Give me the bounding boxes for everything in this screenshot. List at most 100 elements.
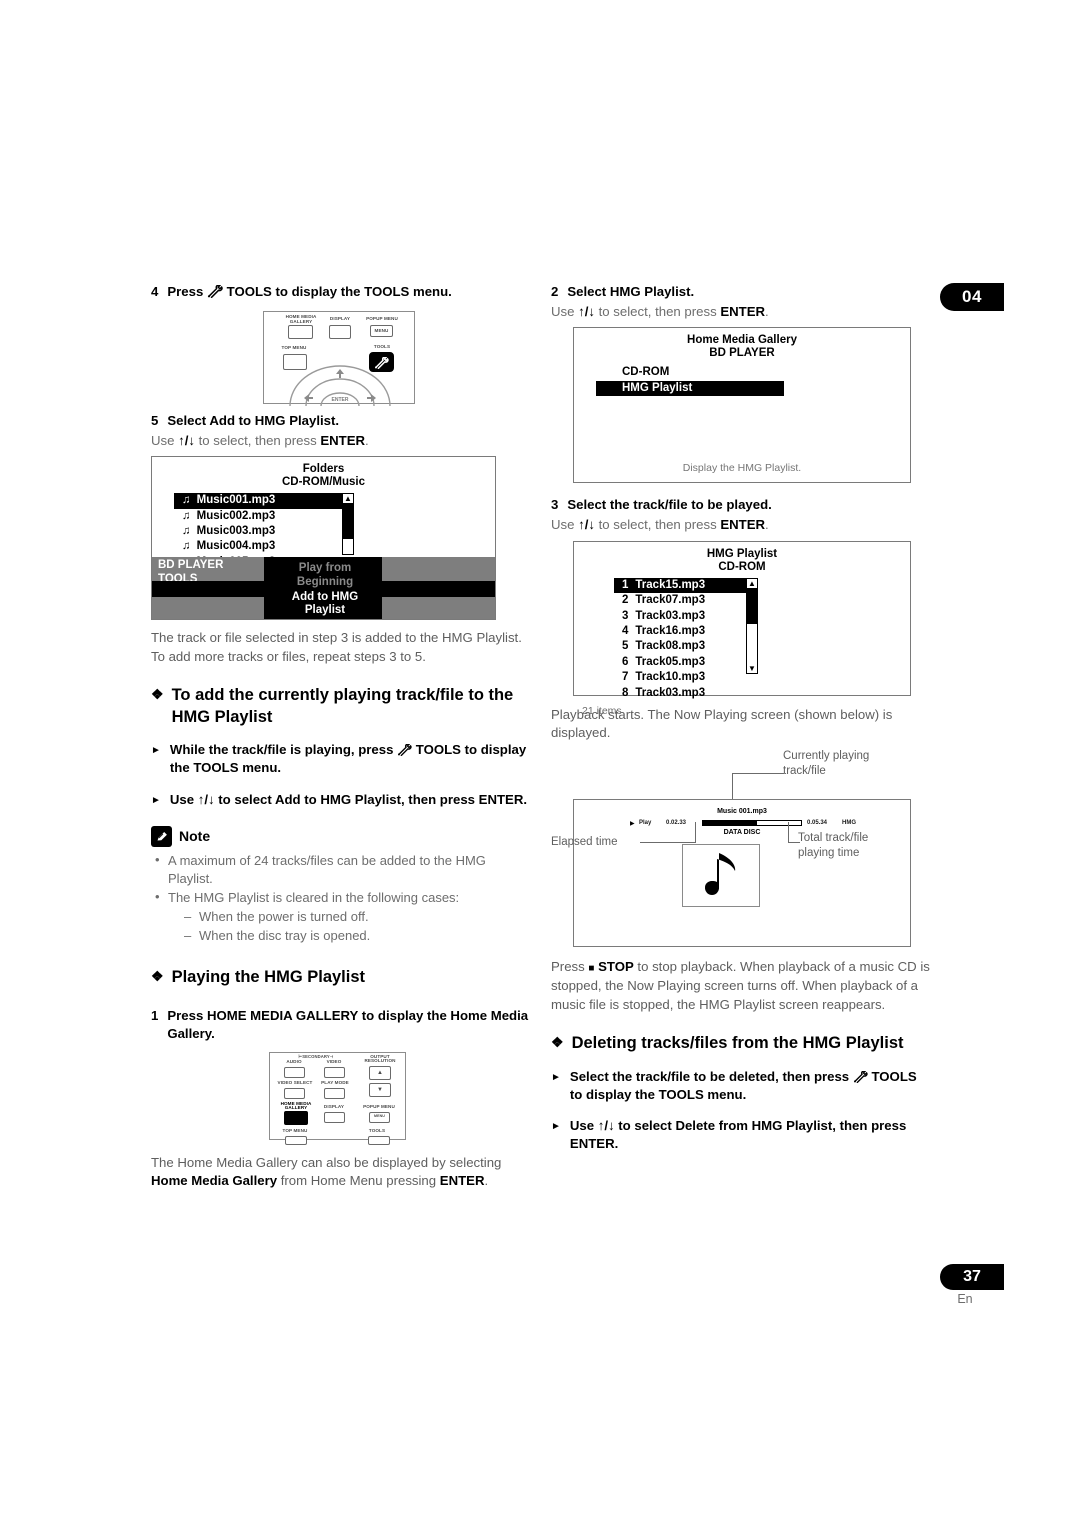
section-deleting-tracks: ❖ Deleting tracks/files from the HMG Pla… bbox=[551, 1032, 931, 1054]
list-item[interactable]: ♫ Music002.mp3 bbox=[174, 509, 342, 524]
scroll-down-icon[interactable]: ▼ bbox=[748, 664, 756, 673]
note-title: Note bbox=[179, 828, 211, 845]
list-item[interactable]: ♫ Music004.mp3 bbox=[174, 539, 342, 554]
button-top-menu[interactable] bbox=[285, 1135, 307, 1145]
note-subitem: When the power is turned off. bbox=[182, 908, 531, 927]
hmg-osd-list: CD-ROM HMG Playlist bbox=[574, 365, 910, 397]
track-index: 3 bbox=[622, 609, 629, 622]
remote-tools-diagram: HOME MEDIA GALLERY DISPLAY POPUP MENU ME… bbox=[263, 310, 415, 406]
arrow-up-down-icon: ↑/↓ bbox=[178, 432, 195, 448]
pencil-icon bbox=[151, 825, 172, 847]
table-row[interactable]: 1 Track15.mp3 bbox=[614, 577, 754, 594]
bullet-add-1-pre: While the track/file is playing, press bbox=[169, 742, 394, 758]
button-play-mode[interactable] bbox=[324, 1087, 345, 1099]
table-row[interactable]: 4 Track16.mp3 bbox=[614, 624, 754, 639]
track-label: Track03.mp3 bbox=[635, 686, 706, 699]
play-icon: ▶ bbox=[630, 821, 635, 828]
diamond-icon: ❖ bbox=[151, 967, 164, 984]
scrollbar-track[interactable] bbox=[343, 539, 353, 555]
list-item-hmg-playlist[interactable]: HMG Playlist bbox=[596, 380, 784, 397]
after-step-1-d: ENTER bbox=[439, 1173, 485, 1189]
arrow-up-down-icon: ↑/↓ bbox=[578, 303, 595, 319]
step-2-instr-pre: Use bbox=[551, 303, 579, 319]
label-popup-menu-inner: MENU bbox=[374, 327, 389, 333]
step-3: 3 Select the track/file to be played. bbox=[551, 496, 931, 514]
button-display[interactable] bbox=[329, 324, 351, 339]
list-item[interactable]: ♫ Music001.mp3 bbox=[174, 493, 342, 509]
progress-bar[interactable] bbox=[702, 820, 802, 827]
button-video-select[interactable] bbox=[284, 1087, 305, 1099]
label-display: DISPLAY bbox=[323, 1103, 345, 1109]
scrollbar-track[interactable] bbox=[747, 623, 757, 664]
step-5-title: Select Add to HMG Playlist. bbox=[167, 412, 340, 428]
menu-item-now-playing[interactable]: Now Playing bbox=[264, 619, 382, 620]
step-5-number: 5 bbox=[151, 412, 159, 428]
button-audio[interactable] bbox=[284, 1066, 305, 1078]
table-row[interactable]: 6 Track05.mp3 bbox=[614, 655, 754, 670]
track-index: 1 bbox=[622, 578, 629, 591]
section-playing-hmg-playlist: ❖ Playing the HMG Playlist bbox=[151, 966, 531, 988]
tools-overlay: BD PLAYER TOOLS Play from Beginning Add … bbox=[152, 557, 495, 620]
scroll-up-icon[interactable]: ▲ bbox=[344, 494, 352, 503]
callout-line-left-h bbox=[640, 842, 696, 844]
button-video[interactable] bbox=[324, 1066, 345, 1078]
now-playing-diagram: Currently playing track/file Music 001.m… bbox=[551, 749, 931, 949]
label-top-menu: TOP MENU bbox=[282, 1127, 308, 1133]
hmg-playlist-osd: HMG Playlist CD-ROM 1 Track15.mp3 2 Trac… bbox=[573, 540, 911, 717]
step-3-instr-pre: Use bbox=[551, 517, 579, 533]
label-display: DISPLAY bbox=[329, 315, 351, 321]
button-display[interactable] bbox=[324, 1111, 345, 1123]
left-column: 4 Press TOOLS to display the TOOLS menu.… bbox=[151, 283, 531, 1191]
scrollbar-thumb[interactable] bbox=[343, 503, 353, 540]
table-row[interactable]: 5 Track08.mp3 bbox=[614, 639, 754, 654]
label-play-mode: PLAY MODE bbox=[321, 1079, 349, 1085]
bullet-delete-2-text: Use ↑/↓ to select Delete from HMG Playli… bbox=[569, 1117, 907, 1152]
elapsed-time-value: 0.02.33 bbox=[666, 820, 687, 827]
list-item-cd-rom[interactable]: CD-ROM bbox=[614, 365, 784, 380]
scrollbar[interactable]: ▲ bbox=[342, 493, 354, 556]
table-row[interactable]: 8 Track03.mp3 bbox=[614, 686, 754, 701]
bullet-add-2-text: Use ↑/↓ to select Add to HMG Playlist, t… bbox=[169, 791, 528, 807]
label-video-select: VIDEO SELECT bbox=[277, 1079, 313, 1085]
bullet-delete-1-pre: Select the track/file to be deleted, the… bbox=[569, 1068, 850, 1084]
callout-line-right-v bbox=[788, 822, 790, 844]
table-row[interactable]: 7 Track10.mp3 bbox=[614, 670, 754, 685]
callout-currently-playing: Currently playing track/file bbox=[783, 750, 870, 777]
triangle-bullet-icon: ► bbox=[151, 745, 161, 757]
button-tools[interactable] bbox=[368, 1135, 390, 1145]
step-4: 4 Press TOOLS to display the TOOLS menu. bbox=[151, 283, 531, 301]
folders-osd-subtitle: CD-ROM/Music bbox=[281, 476, 366, 489]
track-label: Track16.mp3 bbox=[635, 624, 706, 637]
list-item[interactable]: ♫ Music003.mp3 bbox=[174, 524, 342, 539]
note-item-text: The HMG Playlist is cleared in the follo… bbox=[168, 890, 460, 906]
track-label: Track07.mp3 bbox=[635, 594, 706, 607]
button-home-media-gallery[interactable] bbox=[288, 324, 313, 339]
callout-line-top-h bbox=[732, 773, 784, 775]
button-home-media-gallery[interactable] bbox=[284, 1110, 308, 1125]
cursor-wheel[interactable]: ENTER bbox=[288, 358, 392, 406]
section-playing-hmg-playlist-title: Playing the HMG Playlist bbox=[171, 967, 366, 986]
now-playing-track-name: Music 001.mp3 bbox=[717, 808, 767, 816]
music-note-icon: ♫ bbox=[182, 540, 191, 553]
triangle-bullet-icon: ► bbox=[151, 794, 161, 806]
menu-item-add-to-hmg-playlist[interactable]: Add to HMG Playlist bbox=[264, 590, 382, 619]
scroll-up-icon[interactable]: ▲ bbox=[748, 579, 756, 588]
bullet-add-2: ► Use ↑/↓ to select Add to HMG Playlist,… bbox=[151, 791, 531, 810]
menu-item-play-from-beginning[interactable]: Play from Beginning bbox=[264, 557, 382, 590]
stop-text-pre: Press bbox=[551, 959, 589, 975]
track-label: Track05.mp3 bbox=[635, 655, 706, 668]
table-row[interactable]: 3 Track03.mp3 bbox=[614, 609, 754, 624]
total-time-value: 0.05.34 bbox=[807, 820, 828, 827]
scrollbar-thumb[interactable] bbox=[747, 587, 757, 624]
step-3-instr-mid: to select, then press bbox=[594, 517, 721, 533]
now-playing-osd: Music 001.mp3 ▶ Play 0.02.33 0.05.34 HMG… bbox=[573, 799, 911, 948]
album-art-placeholder bbox=[682, 844, 760, 908]
step-4-text: Press TOOLS to display the TOOLS menu. bbox=[167, 283, 531, 301]
bullet-delete-1-text: Select the track/file to be deleted, the… bbox=[570, 1068, 931, 1104]
table-row[interactable]: 2 Track07.mp3 bbox=[614, 593, 754, 608]
step-3-instruction: Use ↑/↓ to select, then press ENTER. bbox=[551, 516, 931, 534]
svg-text:ENTER: ENTER bbox=[332, 397, 349, 403]
track-label: Track10.mp3 bbox=[635, 671, 706, 684]
tools-icon bbox=[853, 1070, 868, 1083]
scrollbar[interactable]: ▲ ▼ bbox=[746, 577, 758, 674]
